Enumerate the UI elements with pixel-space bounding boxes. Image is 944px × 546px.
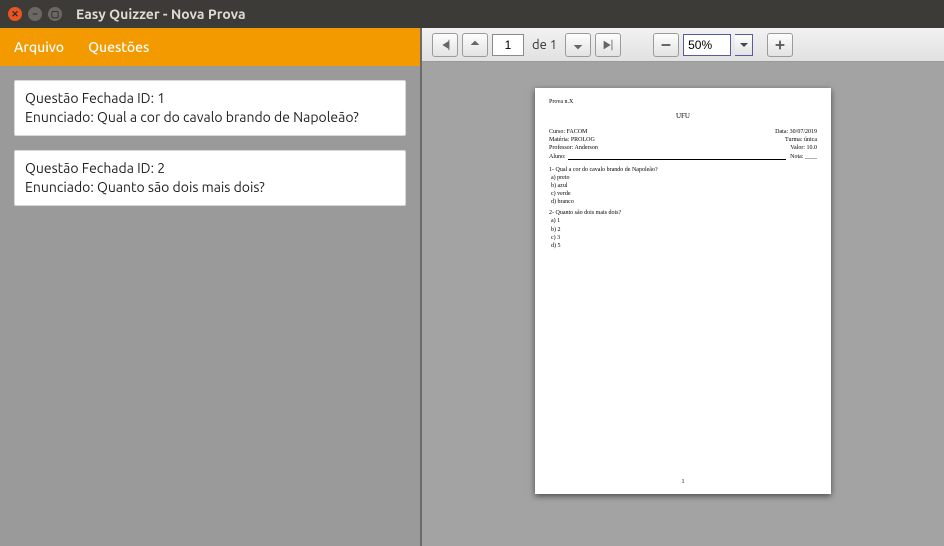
doc-curso: Curso: FACOM <box>549 128 587 136</box>
doc-q1b: b) azul <box>551 182 817 190</box>
doc-q1c: c) verde <box>551 190 817 198</box>
maximize-icon[interactable]: ▢ <box>48 7 62 21</box>
zoom-out-button[interactable] <box>653 33 679 57</box>
doc-q1: 1- Qual a cor do cavalo brando de Napole… <box>549 166 817 174</box>
question-card[interactable]: Questão Fechada ID: 2 Enunciado: Quanto … <box>14 150 406 206</box>
doc-q1d: d) branco <box>551 198 817 206</box>
doc-valor: Valor: 10.0 <box>790 144 817 152</box>
doc-q2b: b) 2 <box>551 226 817 234</box>
window-title: Easy Quizzer - Nova Prova <box>76 6 246 22</box>
question-id: Questão Fechada ID: 1 <box>25 89 395 108</box>
doc-q2: 2- Quanto são dois mais dois? <box>549 209 817 217</box>
doc-nota: Nota: ____ <box>790 153 817 161</box>
doc-page-number: 1 <box>535 478 831 486</box>
doc-aluno: Aluno: <box>549 153 566 161</box>
doc-q1a: a) preto <box>551 174 817 182</box>
zoom-dropdown[interactable] <box>735 34 753 56</box>
doc-label: Prova n.X <box>549 98 817 106</box>
menu-bar: Arquivo Questões <box>0 28 420 66</box>
doc-q2a: a) 1 <box>551 217 817 225</box>
prev-page-button[interactable] <box>462 33 488 57</box>
question-card[interactable]: Questão Fechada ID: 1 Enunciado: Qual a … <box>14 80 406 136</box>
close-icon[interactable]: ✕ <box>8 7 22 21</box>
doc-q2d: d) 5 <box>551 242 817 250</box>
question-list: Questão Fechada ID: 1 Enunciado: Qual a … <box>0 66 420 220</box>
last-page-button[interactable] <box>595 33 621 57</box>
titlebar: ✕ – ▢ Easy Quizzer - Nova Prova <box>0 0 944 28</box>
menu-questoes[interactable]: Questões <box>88 39 149 55</box>
zoom-in-button[interactable] <box>767 33 793 57</box>
doc-data: Data: 30/07/2019 <box>775 128 817 136</box>
minimize-icon[interactable]: – <box>28 7 42 21</box>
viewer-toolbar: de 1 <box>422 28 944 62</box>
doc-materia: Matéria: PROLOG <box>549 136 595 144</box>
doc-professor: Professor: Anderson <box>549 144 598 152</box>
question-enun: Enunciado: Quanto são dois mais dois? <box>25 178 395 197</box>
left-panel: Arquivo Questões Questão Fechada ID: 1 E… <box>0 28 420 546</box>
document-page: Prova n.X UFU Curso: FACOM Data: 30/07/20… <box>535 88 831 494</box>
preview-area[interactable]: Prova n.X UFU Curso: FACOM Data: 30/07/20… <box>422 62 944 546</box>
question-enun: Enunciado: Qual a cor do cavalo brando d… <box>25 108 395 127</box>
next-page-button[interactable] <box>565 33 591 57</box>
doc-q2c: c) 3 <box>551 234 817 242</box>
page-input[interactable] <box>492 34 524 56</box>
menu-arquivo[interactable]: Arquivo <box>14 39 64 55</box>
window-controls: ✕ – ▢ <box>8 7 62 21</box>
doc-header: UFU <box>549 112 817 121</box>
first-page-button[interactable] <box>432 33 458 57</box>
doc-turma: Turma: única <box>785 136 817 144</box>
zoom-input[interactable] <box>683 34 731 56</box>
page-total-label: de 1 <box>532 38 557 52</box>
right-panel: de 1 Prova n.X UFU <box>422 28 944 546</box>
aluno-line <box>568 153 786 160</box>
question-id: Questão Fechada ID: 2 <box>25 159 395 178</box>
